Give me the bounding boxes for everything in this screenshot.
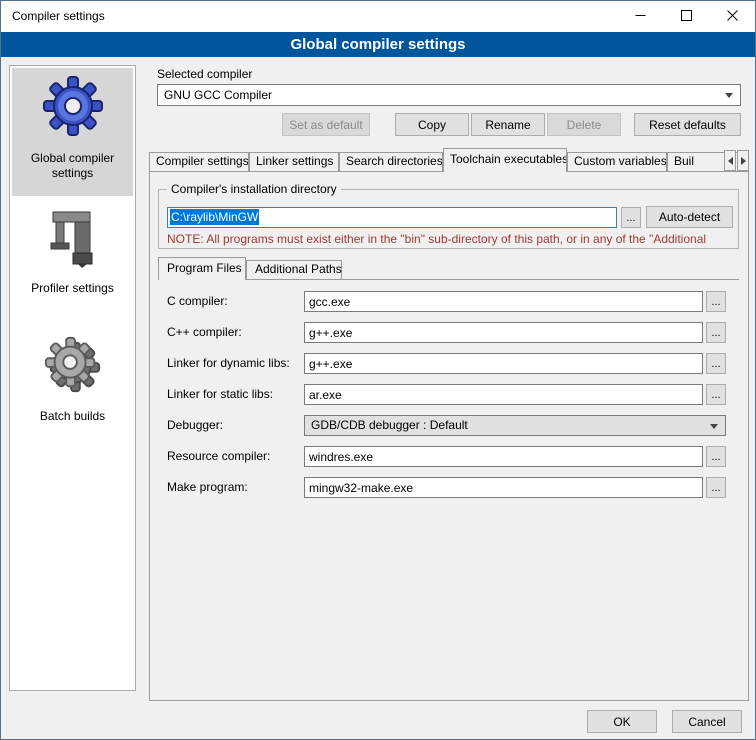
static-linker-browse-button[interactable]: ... — [706, 384, 726, 405]
resource-compiler-label: Resource compiler: — [167, 449, 270, 464]
tab-toolchain-executables[interactable]: Toolchain executables — [443, 148, 567, 172]
close-button[interactable] — [709, 1, 755, 32]
batch-builds-icon — [42, 385, 104, 399]
cpp-compiler-label: C++ compiler: — [167, 325, 242, 340]
gear-icon — [41, 127, 105, 141]
install-dir-input[interactable]: C:\raylib\MinGW — [167, 207, 617, 228]
sidebar-item-label: Profiler settings — [12, 281, 133, 296]
maximize-button[interactable] — [663, 1, 709, 32]
window-title: Compiler settings — [12, 1, 105, 32]
tab-scroll-right-icon — [741, 157, 746, 165]
static-linker-field[interactable] — [304, 384, 703, 405]
debugger-select-value: GDB/CDB debugger : Default — [311, 418, 468, 432]
page-title: Global compiler settings — [1, 32, 755, 57]
c-compiler-field[interactable] — [304, 291, 703, 312]
resource-compiler-browse-button[interactable]: ... — [706, 446, 726, 467]
dynamic-linker-browse-button[interactable]: ... — [706, 353, 726, 374]
toolchain-executables-panel — [149, 171, 749, 701]
selected-compiler-label: Selected compiler — [157, 67, 252, 82]
sidebar-item-label: Batch builds — [12, 409, 133, 424]
static-linker-label: Linker for static libs: — [167, 387, 273, 402]
subtab-program-files[interactable]: Program Files — [158, 257, 246, 280]
tab-scroll-left[interactable] — [724, 150, 736, 171]
compiler-settings-window: Compiler settings Global compiler settin… — [0, 0, 756, 740]
tab-scroll-left-icon — [728, 157, 733, 165]
rename-button[interactable]: Rename — [471, 113, 545, 136]
sidebar-item-batch-builds[interactable]: Batch builds — [12, 328, 133, 428]
tab-compiler-settings[interactable]: Compiler settings — [149, 152, 249, 171]
tab-scroll-right[interactable] — [737, 150, 749, 171]
minimize-button[interactable] — [617, 1, 663, 32]
install-dir-group-label: Compiler's installation directory — [167, 182, 341, 196]
set-as-default-button[interactable]: Set as default — [282, 113, 370, 136]
debugger-label: Debugger: — [167, 418, 223, 433]
window-controls — [617, 1, 755, 32]
browse-install-dir-button[interactable]: ... — [621, 207, 641, 228]
dynamic-linker-field[interactable] — [304, 353, 703, 374]
profiler-icon — [45, 257, 101, 271]
cpp-compiler-field[interactable] — [304, 322, 703, 343]
tab-linker-settings[interactable]: Linker settings — [249, 152, 339, 171]
tab-custom-variables[interactable]: Custom variables — [567, 152, 667, 171]
auto-detect-button[interactable]: Auto-detect — [646, 206, 733, 228]
make-program-label: Make program: — [167, 480, 248, 495]
chevron-down-icon — [725, 93, 733, 98]
cpp-compiler-browse-button[interactable]: ... — [706, 322, 726, 343]
compiler-select-value: GNU GCC Compiler — [164, 88, 272, 102]
subtab-additional-paths[interactable]: Additional Paths — [246, 260, 342, 279]
copy-button[interactable]: Copy — [395, 113, 469, 136]
ok-button[interactable]: OK — [587, 710, 657, 733]
make-program-field[interactable] — [304, 477, 703, 498]
c-compiler-label: C compiler: — [167, 294, 228, 309]
settings-category-list: Global compiler settings Profiler settin… — [9, 65, 136, 691]
sidebar-item-label: Global compiler settings — [12, 151, 133, 181]
delete-button[interactable]: Delete — [547, 113, 621, 136]
titlebar: Compiler settings — [1, 1, 755, 32]
sidebar-item-profiler-settings[interactable]: Profiler settings — [12, 204, 133, 304]
make-program-browse-button[interactable]: ... — [706, 477, 726, 498]
maximize-icon — [681, 9, 692, 24]
debugger-select[interactable]: GDB/CDB debugger : Default — [304, 415, 726, 436]
resource-compiler-field[interactable] — [304, 446, 703, 467]
install-dir-note: NOTE: All programs must exist either in … — [167, 232, 739, 246]
close-icon — [727, 9, 738, 24]
cancel-button[interactable]: Cancel — [672, 710, 742, 733]
dynamic-linker-label: Linker for dynamic libs: — [167, 356, 290, 371]
reset-defaults-button[interactable]: Reset defaults — [634, 113, 741, 136]
chevron-down-icon — [710, 424, 718, 429]
minimize-icon — [635, 9, 646, 24]
tab-search-directories[interactable]: Search directories — [339, 152, 443, 171]
c-compiler-browse-button[interactable]: ... — [706, 291, 726, 312]
install-dir-selected-text: C:\raylib\MinGW — [170, 209, 259, 225]
sidebar-item-global-compiler-settings[interactable]: Global compiler settings — [12, 68, 133, 196]
compiler-select[interactable]: GNU GCC Compiler — [157, 84, 741, 106]
